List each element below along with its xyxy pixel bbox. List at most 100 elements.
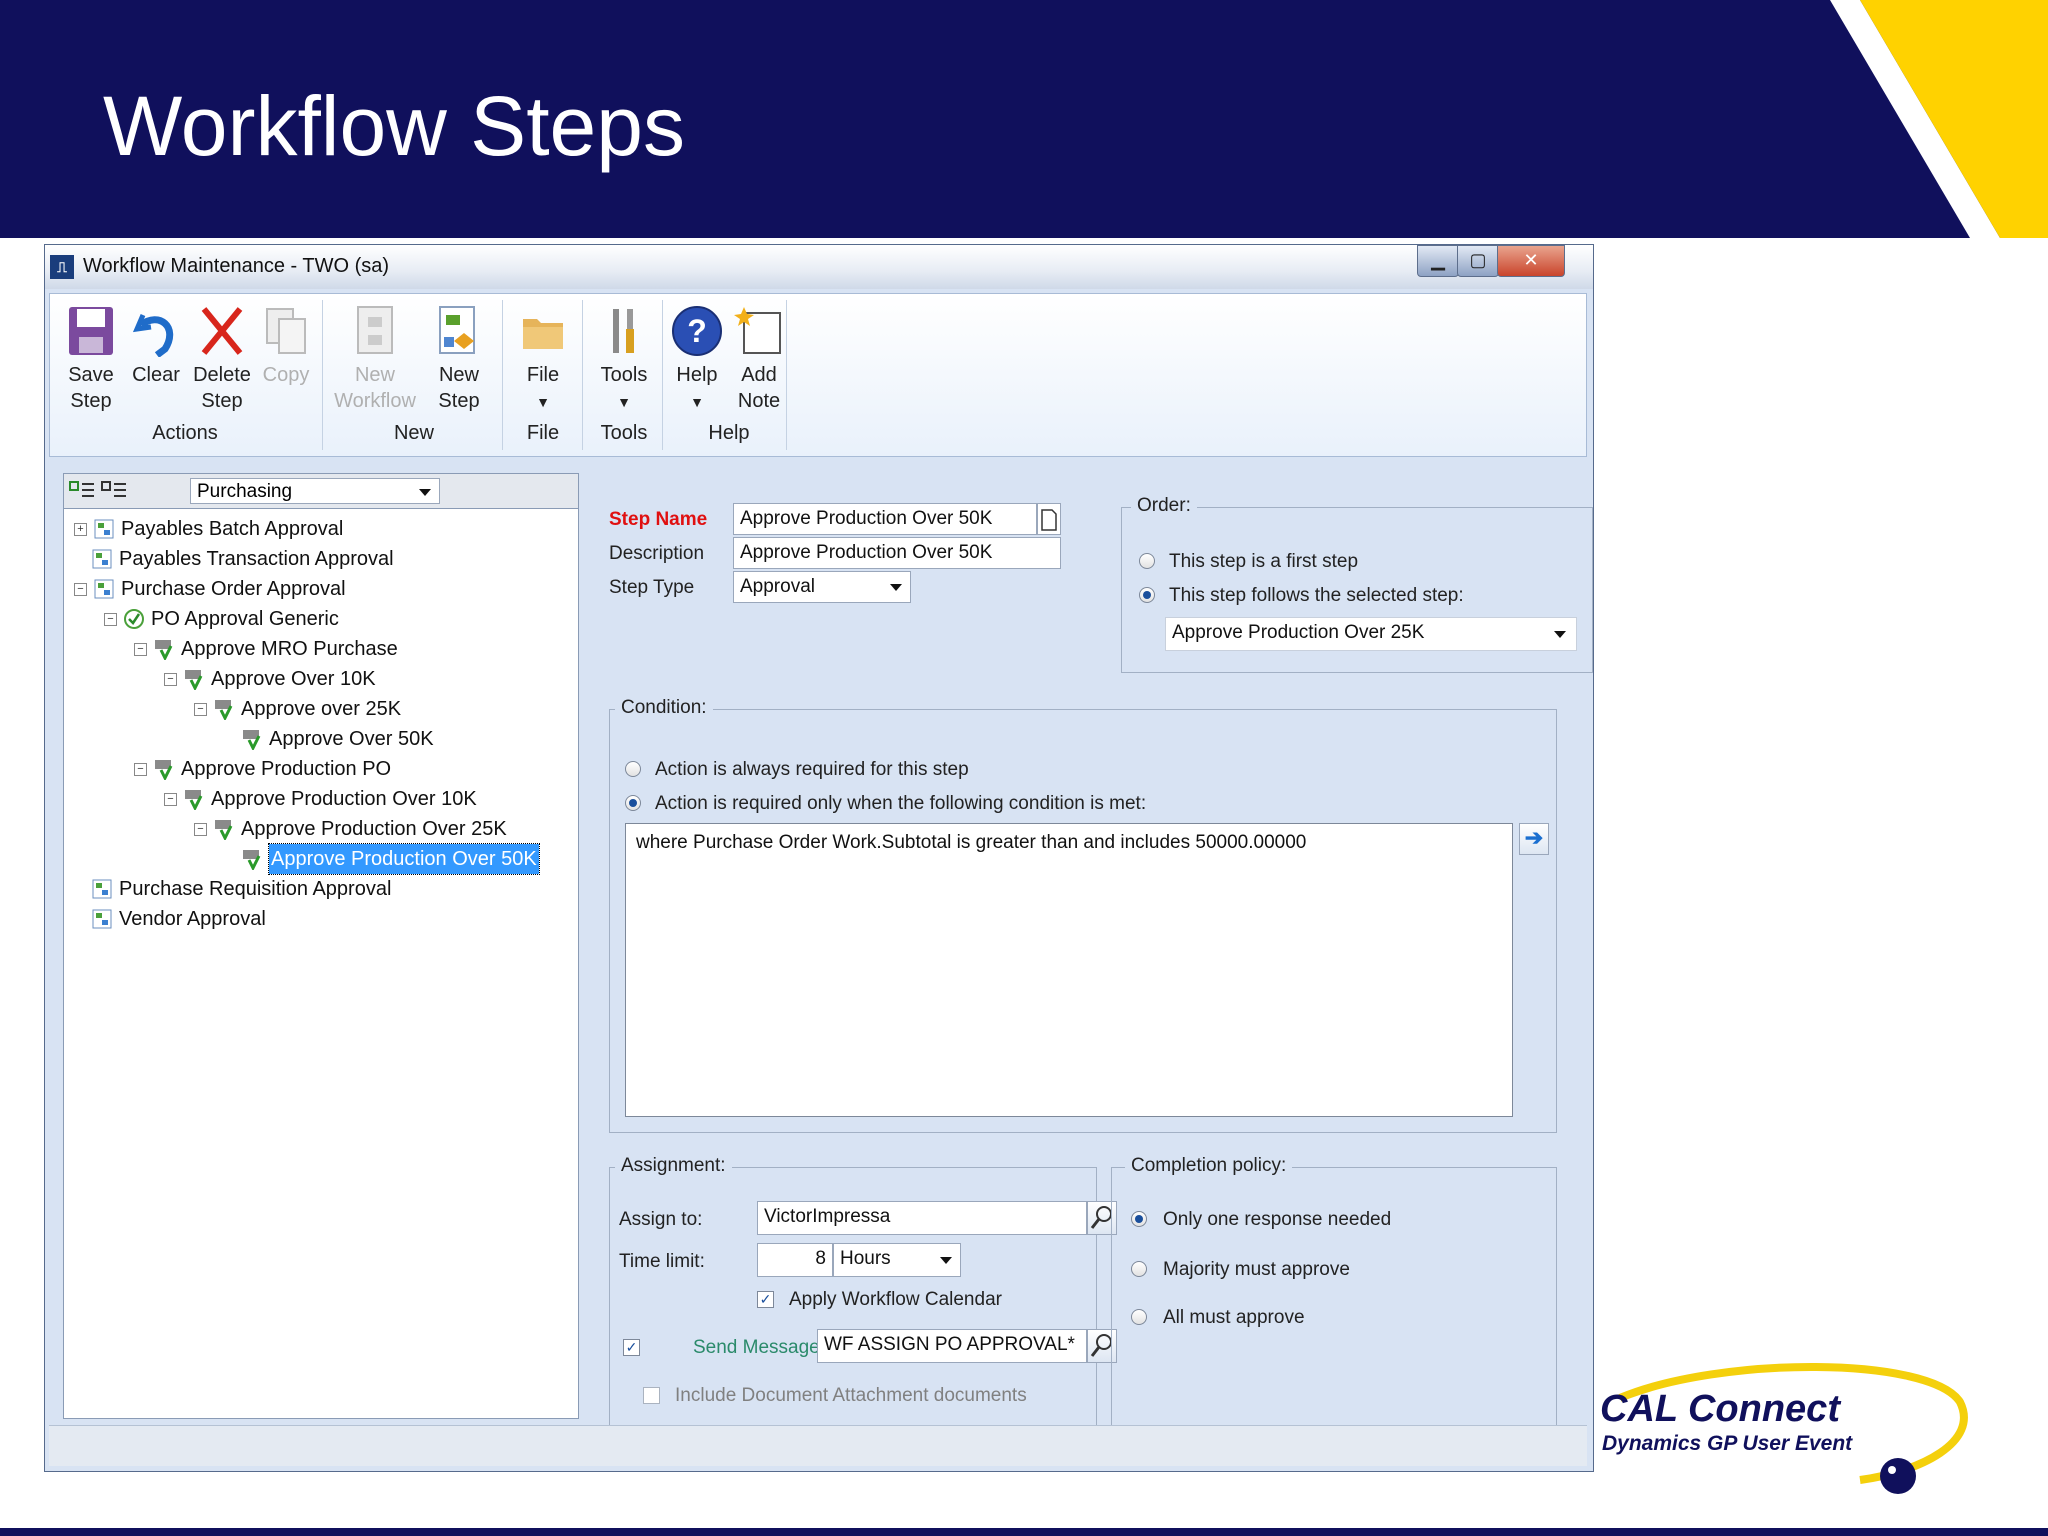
time-unit-value: Hours <box>840 1248 891 1269</box>
step-name-input[interactable]: Approve Production Over 50K <box>733 503 1037 535</box>
maximize-button[interactable]: ▢ <box>1457 245 1499 277</box>
tree-item-label: Approve Over 10K <box>211 668 376 690</box>
step-type-value: Approval <box>740 576 815 597</box>
workflow-icon <box>93 578 115 600</box>
tree-item[interactable]: + Payables Batch Approval <box>74 514 574 544</box>
tree-item[interactable]: Approve Production Over 50K <box>74 843 574 875</box>
app-icon: ⎍ <box>50 255 74 279</box>
all-approve-label: All must approve <box>1163 1307 1305 1328</box>
tree-item[interactable]: Payables Transaction Approval <box>74 544 574 574</box>
workflow-step-icon <box>213 698 235 722</box>
order-title: Order: <box>1131 495 1197 517</box>
collapse-icon[interactable]: − <box>74 582 87 596</box>
file-button[interactable]: File ▼ <box>510 304 576 415</box>
help-button[interactable]: ? Help ▼ <box>666 304 728 415</box>
collapse-all-icon[interactable] <box>100 480 128 502</box>
note-icon[interactable] <box>1037 503 1061 535</box>
ribbon-separator <box>502 300 503 450</box>
majority-approve-radio[interactable] <box>1131 1261 1147 1277</box>
workflow-calendar-label: Apply Workflow Calendar <box>789 1289 1002 1310</box>
workflow-step-icon <box>153 758 175 782</box>
one-response-label: Only one response needed <box>1163 1209 1392 1230</box>
new-workflow-label: New Workflow <box>334 364 416 412</box>
message-input[interactable]: WF ASSIGN PO APPROVAL* <box>817 1329 1087 1363</box>
always-required-radio[interactable] <box>625 761 641 777</box>
tree-item-label: Approve Production Over 50K <box>268 843 540 875</box>
save-step-button[interactable]: Save Step <box>56 304 126 414</box>
tree-item-label: Approve Production Over 10K <box>211 788 477 810</box>
arrow-right-icon[interactable]: ➔ <box>1519 823 1549 855</box>
tree-item[interactable]: − Approve MRO Purchase <box>74 634 574 664</box>
group-actions: Actions <box>152 422 218 444</box>
tree-item[interactable]: − Approve Production Over 10K <box>74 784 574 814</box>
copy-button[interactable]: Copy <box>258 304 314 388</box>
new-workflow-button[interactable]: New Workflow <box>332 304 418 414</box>
assignment-title: Assignment: <box>615 1155 732 1177</box>
window-titlebar[interactable]: ⎍ Workflow Maintenance - TWO (sa) ▁ ▢ ✕ <box>45 245 1593 289</box>
new-workflow-icon <box>348 304 402 358</box>
send-message-checkbox[interactable]: ✓ <box>623 1339 640 1356</box>
conditional-required-radio[interactable] <box>625 795 641 811</box>
delete-step-label: Delete Step <box>193 364 251 412</box>
close-button[interactable]: ✕ <box>1497 245 1565 277</box>
first-step-radio[interactable] <box>1139 553 1155 569</box>
collapse-icon[interactable]: − <box>134 762 147 776</box>
tools-button[interactable]: Tools ▼ <box>588 304 660 415</box>
workflow-step-icon <box>183 788 205 812</box>
add-note-button[interactable]: Add Note <box>726 304 792 414</box>
time-limit-input[interactable]: 8 <box>757 1243 833 1277</box>
collapse-icon[interactable]: − <box>194 702 207 716</box>
one-response-radio[interactable] <box>1131 1211 1147 1227</box>
copy-label: Copy <box>262 364 310 386</box>
workflow-icon <box>91 548 113 570</box>
description-input[interactable]: Approve Production Over 50K <box>733 537 1061 569</box>
collapse-icon[interactable]: − <box>164 672 177 686</box>
step-name-label: Step Name <box>609 509 708 530</box>
tree-item[interactable]: − Approve Over 10K <box>74 664 574 694</box>
collapse-icon[interactable]: − <box>164 792 177 806</box>
collapse-icon[interactable]: − <box>194 822 207 836</box>
time-unit-dropdown[interactable]: Hours <box>833 1243 961 1277</box>
workflow-calendar-checkbox[interactable]: ✓ <box>757 1291 774 1308</box>
slide-footer-bar <box>0 1528 2048 1536</box>
send-message-label: Send Message: <box>693 1337 826 1358</box>
condition-textarea[interactable]: where Purchase Order Work.Subtotal is gr… <box>625 823 1513 1117</box>
svg-text:?: ? <box>687 313 707 349</box>
step-type-dropdown[interactable]: Approval <box>733 571 911 603</box>
previous-step-dropdown[interactable]: Approve Production Over 25K <box>1165 617 1577 651</box>
window-title: Workflow Maintenance - TWO (sa) <box>83 255 390 277</box>
tree-item[interactable]: − Approve Production PO <box>74 754 574 784</box>
tree-item[interactable]: Vendor Approval <box>74 904 574 934</box>
expand-all-icon[interactable] <box>68 480 96 502</box>
tree-item[interactable]: − Approve over 25K <box>74 694 574 724</box>
collapse-icon[interactable]: − <box>134 642 147 656</box>
clear-button[interactable]: Clear <box>126 304 186 388</box>
tree-item[interactable]: Approve Over 50K <box>74 724 574 754</box>
ribbon-separator <box>786 300 787 450</box>
minimize-button[interactable]: ▁ <box>1417 245 1459 277</box>
tree-connector <box>74 914 85 925</box>
group-new: New <box>393 422 434 444</box>
expand-icon[interactable]: + <box>74 522 87 536</box>
category-dropdown[interactable]: Purchasing <box>190 478 440 504</box>
follows-step-radio[interactable] <box>1139 587 1155 603</box>
assign-to-input[interactable]: VictorImpressa <box>757 1201 1087 1235</box>
follows-step-label: This step follows the selected step: <box>1169 585 1464 606</box>
chevron-down-icon <box>419 489 431 496</box>
tree-item[interactable]: Purchase Requisition Approval <box>74 874 574 904</box>
delete-step-button[interactable]: Delete Step <box>190 304 254 414</box>
copy-icon <box>259 304 313 358</box>
ribbon-toolbar: Save Step Clear Delete Step Copy Actions <box>49 293 1587 457</box>
folder-icon <box>516 304 570 358</box>
new-step-button[interactable]: New Step <box>422 304 496 414</box>
all-approve-radio[interactable] <box>1131 1309 1147 1325</box>
help-icon: ? <box>670 304 724 358</box>
include-attachments-checkbox[interactable] <box>643 1387 660 1404</box>
tree-item[interactable]: − Purchase Order Approval <box>74 574 574 604</box>
tree-item[interactable]: − Approve Production Over 25K <box>74 814 574 844</box>
workflow-icon <box>91 878 113 900</box>
tree-item[interactable]: − PO Approval Generic <box>74 604 574 634</box>
collapse-icon[interactable]: − <box>104 612 117 626</box>
tree-item-label: Approve Production Over 25K <box>241 818 507 840</box>
workflow-step-icon <box>183 668 205 692</box>
